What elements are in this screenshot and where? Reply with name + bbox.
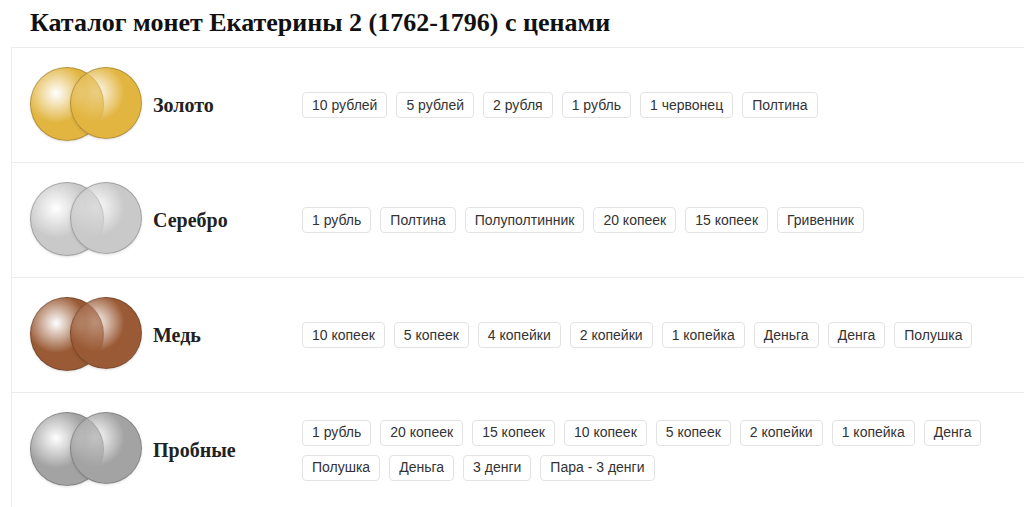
denomination-tag[interactable]: 5 копеек [656,420,731,446]
denomination-tag[interactable]: 20 копеек [593,207,676,233]
denomination-tag[interactable]: 1 рубль [302,420,371,446]
denomination-tag[interactable]: 1 рубль [562,92,631,118]
header: Каталог монет Екатерины 2 (1762-1796) с … [0,0,1024,47]
denomination-tag[interactable]: 5 рублей [396,92,474,118]
denomination-tag[interactable]: 10 копеек [302,322,385,348]
category-row: Медь10 копеек5 копеек4 копейки2 копейки1… [12,277,1024,392]
denomination-tag[interactable]: 15 копеек [685,207,768,233]
category-row: Пробные1 рубль 20 копеек 15 копеек 10 копее… [12,392,1024,507]
denomination-tag[interactable]: 2 копейки [570,322,653,348]
category-row: Серебро1 рубль Полтина Полуполтинник 20 коп… [12,162,1024,277]
category-row: Золото10 рублей 5 рублей 2 рубля 1 рубль 1 ч… [12,47,1024,162]
denomination-tag[interactable]: 1 копейка [832,420,915,446]
denomination-tag[interactable]: 3 денги [463,455,531,481]
denomination-tag[interactable]: Денга [924,420,982,446]
coin-icon [70,67,142,139]
denomination-tag[interactable]: 10 копеек [564,420,647,446]
coin-picture[interactable] [30,180,142,260]
denomination-list: 1 рубль 20 копеек 15 копеек 10 копеек 5 копе… [302,420,1018,481]
denomination-tag[interactable]: 1 червонец [640,92,733,118]
coin-icon [70,412,142,484]
denomination-tag[interactable]: 1 копейка [662,322,745,348]
denomination-list: 10 копеек 5 копеек 4 копейки 2 копейки 1 коп… [302,322,1018,348]
denomination-tag[interactable]: 5 копеек [394,322,469,348]
denomination-tag[interactable]: 2 копейки [740,420,823,446]
denomination-tag[interactable]: Деньга [754,322,819,348]
denomination-list: 10 рублей 5 рублей 2 рубля 1 рубль 1 червоне… [302,92,1018,118]
denomination-list: 1 рубль Полтина Полуполтинник 20 копеек 15 к… [302,207,1018,233]
denomination-tag[interactable]: Деньга [389,455,454,481]
category-label[interactable]: Пробные [142,435,302,465]
coin-picture[interactable] [30,410,142,490]
denomination-tag[interactable]: 15 копеек [472,420,555,446]
denomination-tag[interactable]: Пара - 3 денги [540,455,654,481]
page-title: Каталог монет Екатерины 2 (1762-1796) с … [30,7,610,40]
denomination-tag[interactable]: Полтина [380,207,455,233]
denomination-tag[interactable]: Полушка [894,322,972,348]
denomination-tag[interactable]: 1 рубль [302,207,371,233]
category-label[interactable]: Золото [142,90,302,120]
denomination-tag[interactable]: Полушка [302,455,380,481]
category-label[interactable]: Серебро [142,205,302,235]
catalog-list: Золото10 рублей 5 рублей 2 рубля 1 рубль 1 ч… [11,47,1024,507]
denomination-tag[interactable]: 20 копеек [380,420,463,446]
category-label[interactable]: Медь [142,320,302,350]
denomination-tag[interactable]: 10 рублей [302,92,387,118]
coin-icon [70,182,142,254]
denomination-tag[interactable]: Полтина [742,92,817,118]
denomination-tag[interactable]: Гривенник [777,207,864,233]
denomination-tag[interactable]: Денга [828,322,886,348]
coin-picture[interactable] [30,295,142,375]
denomination-tag[interactable]: Полуполтинник [465,207,585,233]
coin-picture[interactable] [30,65,142,145]
denomination-tag[interactable]: 4 копейки [478,322,561,348]
coin-icon [70,297,142,369]
denomination-tag[interactable]: 2 рубля [483,92,553,118]
